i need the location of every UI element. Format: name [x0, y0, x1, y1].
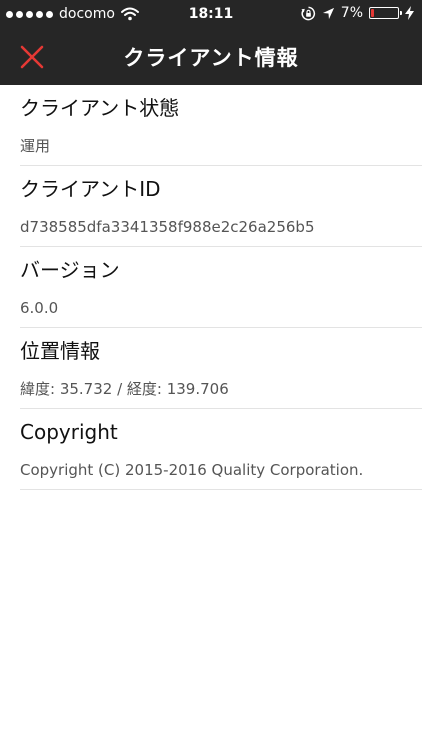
row-value: Copyright (C) 2015-2016 Quality Corporat…	[20, 461, 364, 479]
rotation-lock-icon	[301, 6, 315, 20]
row-value: d738585dfa3341358f988e2c26a256b5	[20, 218, 315, 236]
list-item-client-id: クライアントID d738585dfa3341358f988e2c26a256b…	[20, 166, 422, 247]
battery-icon	[369, 7, 402, 19]
page-title: クライアント情報	[123, 46, 299, 70]
row-value: 緯度: 35.732 / 経度: 139.706	[20, 380, 229, 398]
header: docomo 18:11 7% クライアント情報	[0, 0, 422, 85]
row-label: Copyright	[20, 420, 118, 444]
nav-bar: クライアント情報	[0, 28, 422, 85]
row-value: 6.0.0	[20, 299, 59, 317]
list-item-version: バージョン 6.0.0	[20, 247, 422, 328]
location-arrow-icon	[322, 7, 334, 19]
list-item-copyright: Copyright Copyright (C) 2015-2016 Qualit…	[20, 409, 422, 490]
list-item-client-status: クライアント状態 運用	[20, 85, 422, 166]
info-list: クライアント状態 運用 クライアントID d738585dfa3341358f9…	[0, 85, 422, 490]
battery-percent: 7%	[340, 5, 363, 21]
list-item-location: 位置情報 緯度: 35.732 / 経度: 139.706	[20, 328, 422, 409]
row-label: クライアント状態	[20, 96, 180, 120]
status-bar: docomo 18:11 7%	[0, 0, 422, 28]
charging-bolt-icon	[405, 6, 414, 20]
row-label: 位置情報	[20, 339, 100, 363]
row-label: クライアントID	[20, 177, 161, 201]
status-right: 7%	[301, 5, 414, 21]
row-value: 運用	[20, 137, 51, 155]
row-label: バージョン	[20, 258, 120, 282]
